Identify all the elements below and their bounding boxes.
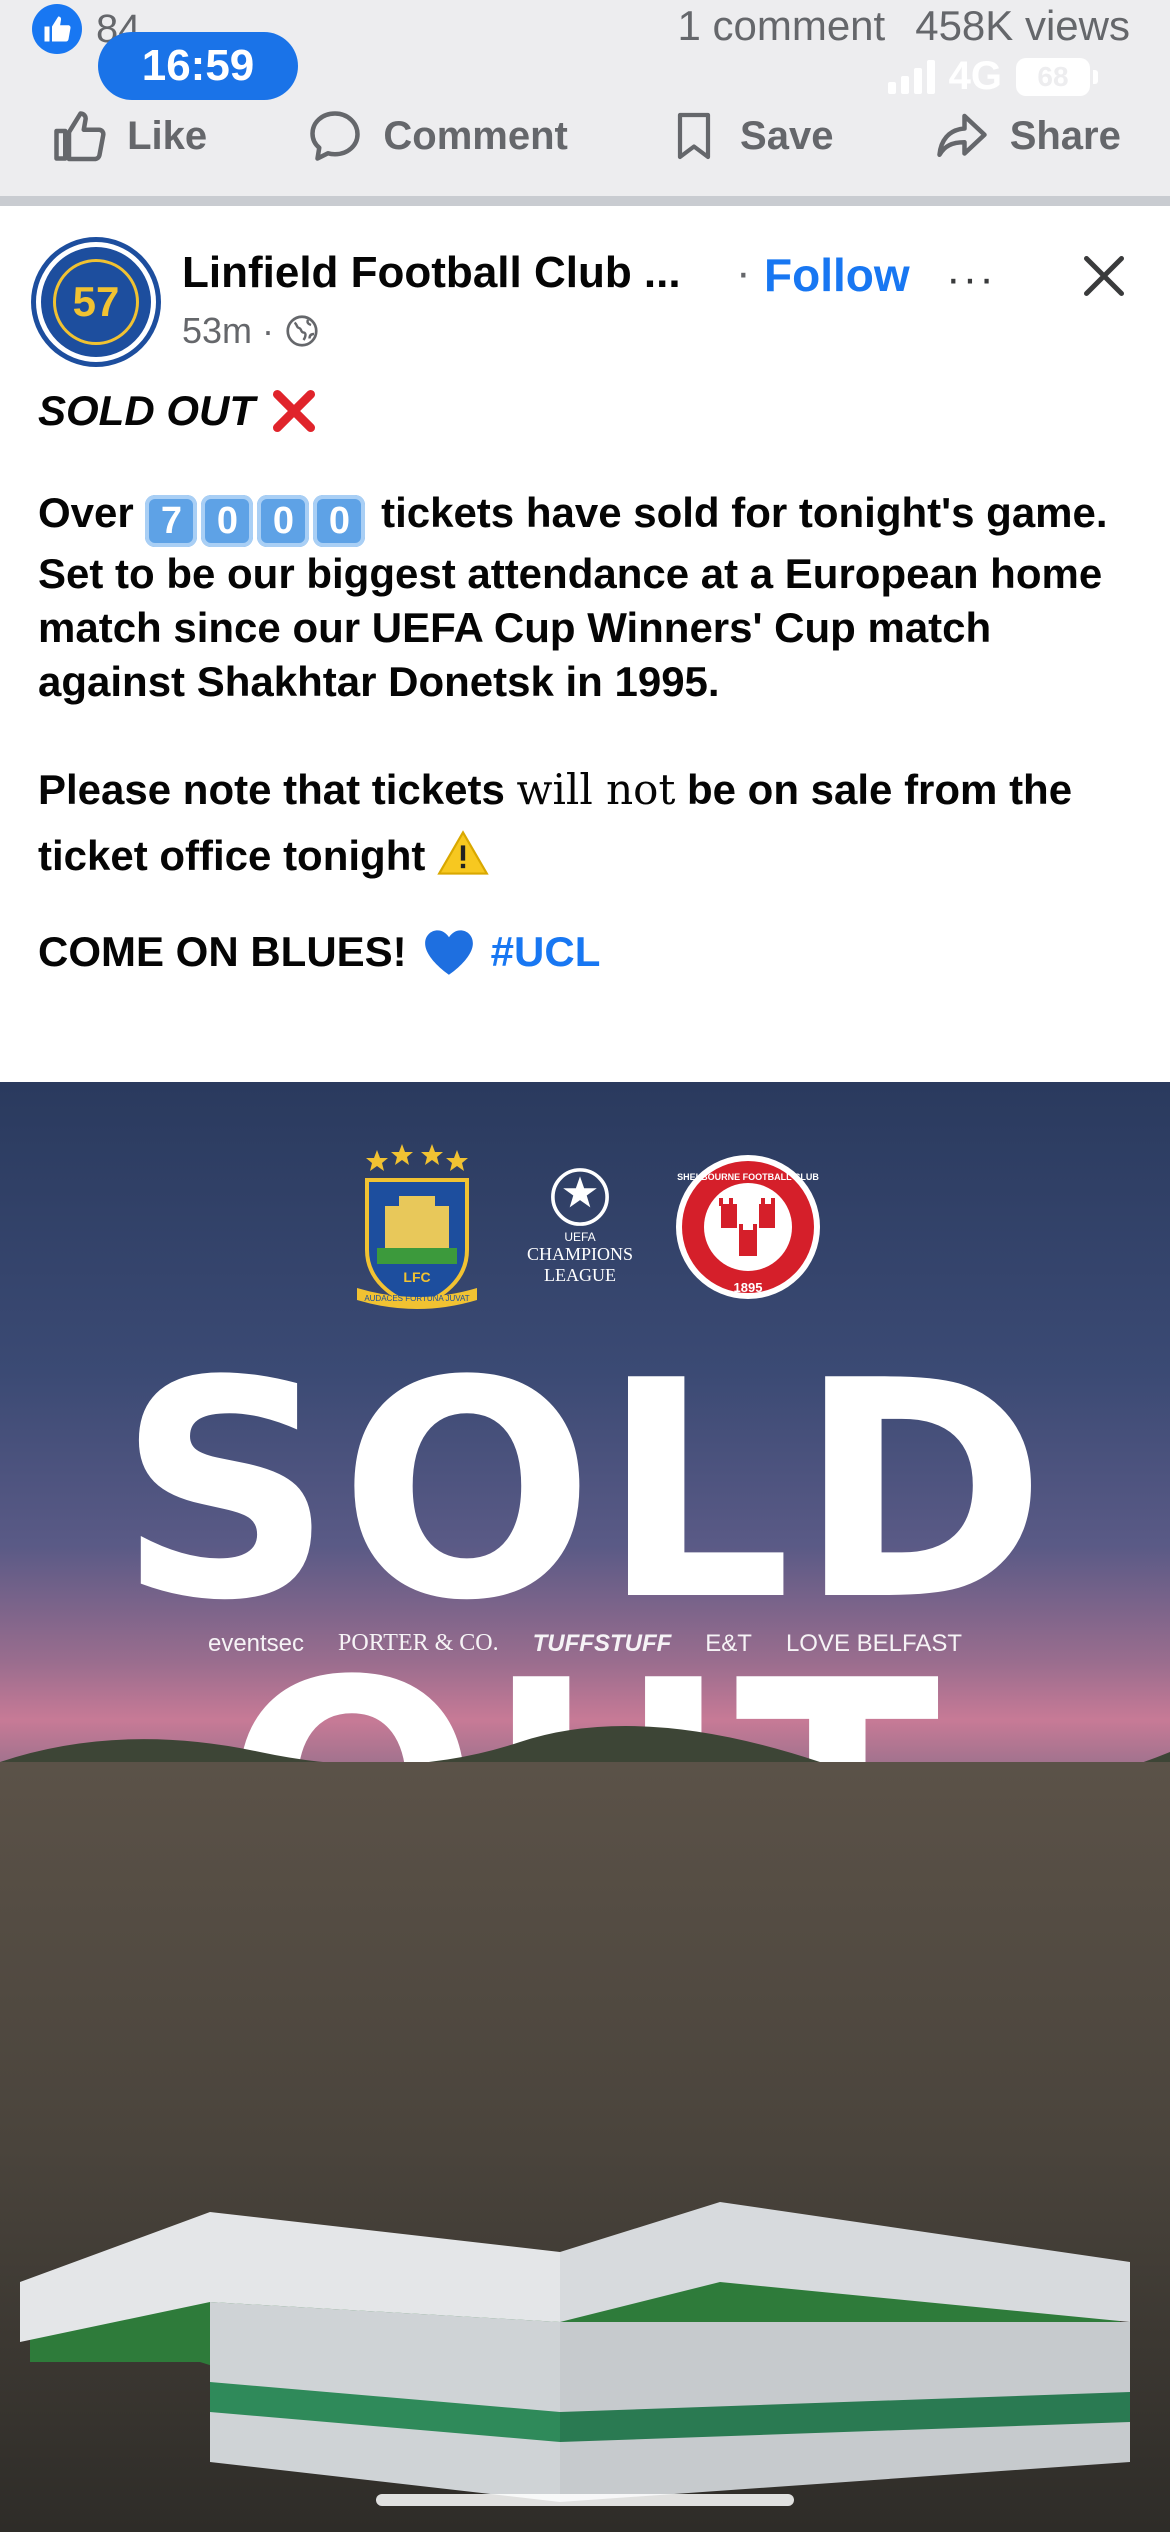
name-separator: · — [736, 248, 751, 297]
keycap-digit: 7 — [145, 495, 198, 547]
stadium-illustration — [0, 1762, 1170, 2532]
lfc-crest-text: LFC — [403, 1269, 430, 1285]
post-line-sold-out: SOLD OUT — [38, 384, 1138, 438]
signal-icon — [887, 59, 935, 94]
ucl-small-text: UEFA — [564, 1230, 596, 1244]
keycap-digit: 0 — [257, 495, 310, 547]
avatar-badge: 57 — [53, 259, 139, 345]
share-icon — [936, 113, 987, 157]
over-text: Over — [38, 489, 134, 536]
lfc-motto: AUDACES FORTUNA JUVAT — [364, 1294, 469, 1303]
action-bar: Like Comment Save Share — [0, 104, 1170, 168]
thumbs-up-reaction-icon — [32, 4, 82, 54]
sponsor-logo: PORTER & CO. — [338, 1630, 499, 1656]
cheer-text: COME ON BLUES! — [38, 928, 407, 975]
page-avatar[interactable]: 57 — [36, 242, 156, 362]
save-label: Save — [740, 113, 834, 158]
sponsor-logo: LOVE BELFAST — [785, 1630, 963, 1657]
like-label: Like — [127, 113, 208, 158]
red-cross-icon — [272, 389, 316, 433]
globe-icon — [286, 315, 318, 347]
status-icons: 4G 68 — [887, 54, 1098, 99]
post-text: SOLD OUT Over 7000 tickets have sold for… — [38, 384, 1138, 979]
shelbourne-year: 1895 — [734, 1280, 763, 1295]
sponsor-logo: E&T — [705, 1630, 752, 1657]
post-meta: 53m · — [182, 310, 320, 352]
more-options-button[interactable]: ··· — [946, 254, 996, 304]
post-paragraph-cheer: COME ON BLUES! #UCL — [38, 925, 1138, 979]
share-button[interactable]: Share — [932, 106, 1121, 166]
hashtag-link[interactable]: #UCL — [491, 925, 601, 979]
post-paragraph-tickets: Over 7000 tickets have sold for tonight'… — [38, 486, 1138, 709]
starball-icon — [551, 1168, 609, 1226]
post-header: 57 Linfield Football Club ... · Follow ·… — [0, 206, 1170, 376]
post-time[interactable]: 53m — [182, 310, 252, 352]
post-image[interactable]: LFC AUDACES FORTUNA JUVAT UEFA CHAMPIONS… — [0, 1082, 1170, 2532]
crest-row: LFC AUDACES FORTUNA JUVAT UEFA CHAMPIONS… — [0, 1142, 1170, 1312]
status-time: 16:59 — [98, 32, 298, 100]
tickets-text: tickets have sold for tonight's game. Se… — [38, 489, 1108, 705]
network-type: 4G — [948, 54, 1002, 98]
sponsor-logo: eventsec — [207, 1630, 305, 1657]
sponsor-logo: TUFFSTUFF — [532, 1630, 672, 1657]
sold-out-text: SOLD OUT — [38, 387, 255, 434]
battery-level: 68 — [1037, 60, 1069, 92]
blue-heart-icon — [424, 930, 473, 975]
post-stats: 1 comment 458K views — [677, 2, 1130, 50]
view-count: 458K views — [915, 2, 1130, 49]
champions-league-logo: UEFA CHAMPIONS LEAGUE — [527, 1166, 633, 1286]
linfield-crest-icon: LFC AUDACES FORTUNA JUVAT — [356, 1144, 477, 1309]
follow-button[interactable]: Follow — [764, 248, 910, 302]
comment-label: Comment — [383, 113, 568, 158]
ucl-line2: LEAGUE — [544, 1265, 616, 1285]
share-label: Share — [1009, 113, 1121, 158]
note-text-emphasis: will not — [516, 765, 676, 814]
close-button[interactable] — [1074, 246, 1134, 306]
note-text-a: Please note that tickets — [38, 766, 505, 813]
page-name[interactable]: Linfield Football Club ... — [182, 248, 681, 298]
bookmark-icon — [677, 112, 711, 160]
comment-button[interactable]: Comment — [305, 106, 568, 166]
meta-separator: · — [262, 310, 275, 351]
comment-icon — [310, 111, 361, 161]
warning-icon — [437, 830, 489, 875]
comment-count[interactable]: 1 comment — [677, 2, 885, 50]
close-icon — [1084, 256, 1124, 296]
shelbourne-text: SHELBOURNE FOOTBALL CLUB — [677, 1172, 819, 1182]
like-button[interactable]: Like — [49, 106, 207, 166]
city-aerial-photo — [0, 1762, 1170, 2532]
section-divider — [0, 196, 1170, 206]
top-strip: 84 1 comment 458K views 16:59 4G 68 Like… — [0, 0, 1170, 196]
keycap-digit: 0 — [201, 495, 254, 547]
save-button[interactable]: Save — [666, 106, 833, 166]
home-indicator[interactable] — [376, 2494, 794, 2506]
battery-icon: 68 — [1016, 57, 1098, 96]
shelbourne-crest-icon: 1895 SHELBOURNE FOOTBALL CLUB — [676, 1155, 821, 1299]
post-paragraph-note: Please note that tickets will not be on … — [38, 757, 1138, 889]
sponsor-strip: eventsec PORTER & CO. TUFFSTUFF E&T LOVE… — [0, 1630, 1170, 1658]
keycap-digit: 0 — [313, 495, 366, 547]
thumbs-up-icon — [54, 111, 106, 162]
ucl-line1: CHAMPIONS — [526, 1244, 634, 1264]
